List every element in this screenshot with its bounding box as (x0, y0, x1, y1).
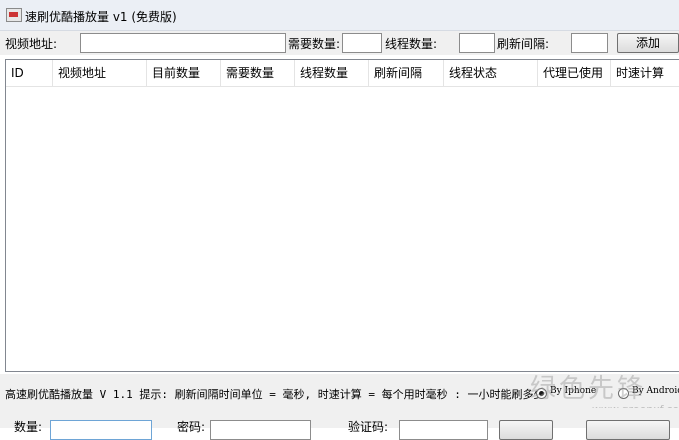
bottom-panel: 数量: 密码: 验证码: (0, 408, 679, 440)
thread-count-label: 线程数量: (385, 37, 438, 51)
column-header-refresh-interval[interactable]: 刷新间隔 (369, 60, 444, 86)
add-button[interactable]: 添加 (617, 33, 679, 53)
video-url-input[interactable] (80, 33, 286, 53)
input-toolbar: 视频地址: 需要数量: 线程数量: 刷新间隔: (0, 31, 679, 55)
column-header-thread-status[interactable]: 线程状态 (444, 60, 538, 86)
password-input[interactable] (210, 420, 311, 440)
column-header-need-count[interactable]: 需要数量 (221, 60, 295, 86)
thread-count-input[interactable] (459, 33, 495, 53)
column-header-proxy-used[interactable]: 代理已使用 (538, 60, 611, 86)
need-count-label: 需要数量: (288, 37, 341, 51)
list-header: ID 视频地址 目前数量 需要数量 线程数量 刷新间隔 线程状态 代理已使用 时… (6, 60, 679, 87)
title-bar: 速刷优酷播放量 v1 (免费版) (0, 0, 679, 31)
verify-code-input[interactable] (399, 420, 488, 440)
column-header-current-count[interactable]: 目前数量 (147, 60, 221, 86)
watermark-logo: 绿色先锋 (530, 374, 647, 404)
column-header-video-url[interactable]: 视频地址 (53, 60, 147, 86)
video-url-label: 视频地址: (5, 37, 58, 51)
count-input[interactable] (50, 420, 152, 440)
column-header-thread-count[interactable]: 线程数量 (295, 60, 369, 86)
app-icon (6, 8, 22, 22)
bottom-button-2[interactable] (586, 420, 670, 440)
column-header-speed-calc[interactable]: 时速计算 (611, 60, 679, 86)
need-count-input[interactable] (342, 33, 382, 53)
bottom-button-1[interactable] (499, 420, 553, 440)
refresh-interval-input[interactable] (571, 33, 608, 53)
password-label: 密码: (177, 420, 206, 434)
column-header-id[interactable]: ID (6, 60, 53, 86)
refresh-interval-label: 刷新间隔: (497, 37, 550, 51)
count-label: 数量: (14, 420, 43, 434)
status-hint-text: 高速刷优酷播放量 V 1.1 提示: 刷新间隔时间单位 = 毫秒, 时速计算 =… (5, 388, 545, 401)
window-title: 速刷优酷播放量 v1 (免费版) (25, 10, 177, 24)
verify-label: 验证码: (348, 420, 389, 434)
task-list[interactable]: ID 视频地址 目前数量 需要数量 线程数量 刷新间隔 线程状态 代理已使用 时… (5, 59, 679, 372)
